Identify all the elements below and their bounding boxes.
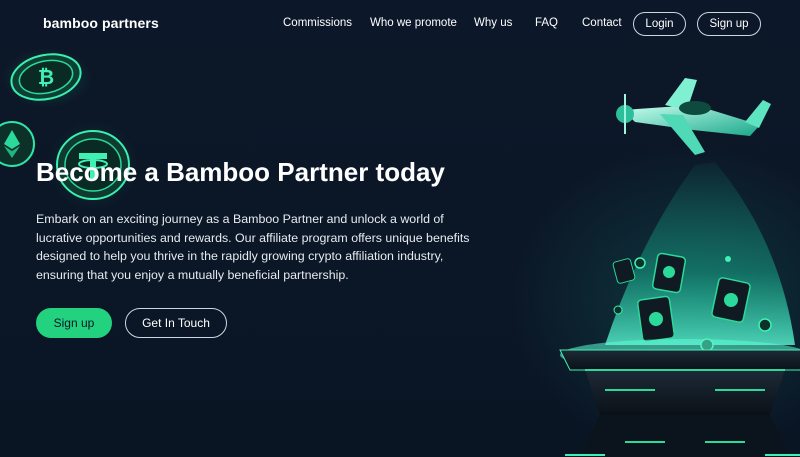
landing-page: ₿ bamboo partners Commissions Who we pro… (0, 0, 800, 457)
nav-contact[interactable]: Contact (582, 17, 622, 29)
hero-description: Embark on an exciting journey as a Bambo… (36, 212, 470, 282)
svg-text:₿: ₿ (38, 65, 54, 89)
ethereum-coin-icon (0, 121, 35, 167)
hero-title: Become a Bamboo Partner today (36, 157, 445, 187)
pedestal-icon (559, 339, 800, 457)
nav-who-we-promote[interactable]: Who we promote (370, 17, 457, 29)
bitcoin-coin-icon: ₿ (3, 49, 91, 107)
get-in-touch-button[interactable]: Get In Touch (125, 308, 227, 338)
nav-why-us[interactable]: Why us (474, 17, 512, 29)
airplane-icon (616, 78, 771, 155)
header-signup-button[interactable]: Sign up (697, 12, 761, 36)
airplane-pedestal-illustration (559, 78, 800, 457)
brand-logo[interactable]: bamboo partners (43, 15, 159, 31)
hero-signup-button[interactable]: Sign up (36, 308, 112, 338)
login-button[interactable]: Login (633, 12, 686, 36)
nav-commissions[interactable]: Commissions (283, 17, 352, 29)
nav-faq[interactable]: FAQ (535, 17, 558, 29)
